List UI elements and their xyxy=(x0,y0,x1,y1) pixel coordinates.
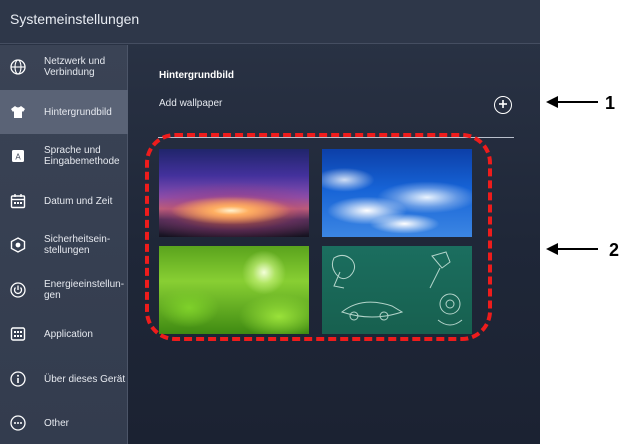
wallpaper-grid-highlight xyxy=(145,133,492,341)
plus-circle-icon xyxy=(498,96,508,114)
sidebar-item-label: Application xyxy=(44,328,93,340)
shirt-icon xyxy=(9,103,27,121)
callout-arrow-1 xyxy=(546,96,598,108)
info-icon xyxy=(9,370,27,388)
sidebar-item-label: Netzwerk und Verbindung xyxy=(44,56,106,78)
settings-sidebar: Netzwerk und Verbindung Hintergrundbild … xyxy=(0,45,128,444)
sidebar-item-other[interactable]: Other xyxy=(0,401,128,444)
sidebar-item-datum[interactable]: Datum und Zeit xyxy=(0,179,128,223)
power-icon xyxy=(9,281,27,299)
svg-text:A: A xyxy=(15,153,21,162)
add-wallpaper-button[interactable] xyxy=(494,96,512,114)
window-title: Systemeinstellungen xyxy=(10,11,140,27)
sidebar-item-application[interactable]: Application xyxy=(0,312,128,356)
keyboard-a-icon: A xyxy=(9,147,27,165)
callout-number-1: 1 xyxy=(605,93,616,113)
calendar-icon xyxy=(9,192,27,210)
sidebar-item-energie[interactable]: Energieeinstellun- gen xyxy=(0,268,128,312)
sidebar-item-label: Sprache und Eingabemethode xyxy=(44,145,120,167)
sidebar-item-sprache[interactable]: A Sprache und Eingabemethode xyxy=(0,134,128,178)
sidebar-item-label: Other xyxy=(44,417,70,429)
globe-icon xyxy=(9,58,27,76)
sidebar-item-label: Energieeinstellun- gen xyxy=(44,279,125,301)
sidebar-item-label: Hintergrundbild xyxy=(44,106,112,118)
callout-arrow-2 xyxy=(546,243,598,255)
shield-icon xyxy=(9,236,27,254)
sidebar-item-ueber[interactable]: Über dieses Gerät xyxy=(0,357,128,401)
add-wallpaper-label: Add wallpaper xyxy=(159,98,223,109)
sidebar-item-netzwerk[interactable]: Netzwerk und Verbindung xyxy=(0,45,128,89)
sidebar-item-sicherheit[interactable]: Sicherheitsein- stellungen xyxy=(0,223,128,267)
sidebar-item-label: Datum und Zeit xyxy=(44,195,113,207)
callout-number-2: 2 xyxy=(609,240,620,260)
sidebar-item-label: Über dieses Gerät xyxy=(44,373,126,385)
grid-icon xyxy=(9,325,27,343)
sidebar-item-label: Sicherheitsein- stellungen xyxy=(44,234,111,256)
section-title: Hintergrundbild xyxy=(159,70,234,81)
title-bar: Systemeinstellungen xyxy=(0,0,540,44)
more-icon xyxy=(9,414,27,432)
sidebar-item-hintergrundbild[interactable]: Hintergrundbild xyxy=(0,90,128,134)
